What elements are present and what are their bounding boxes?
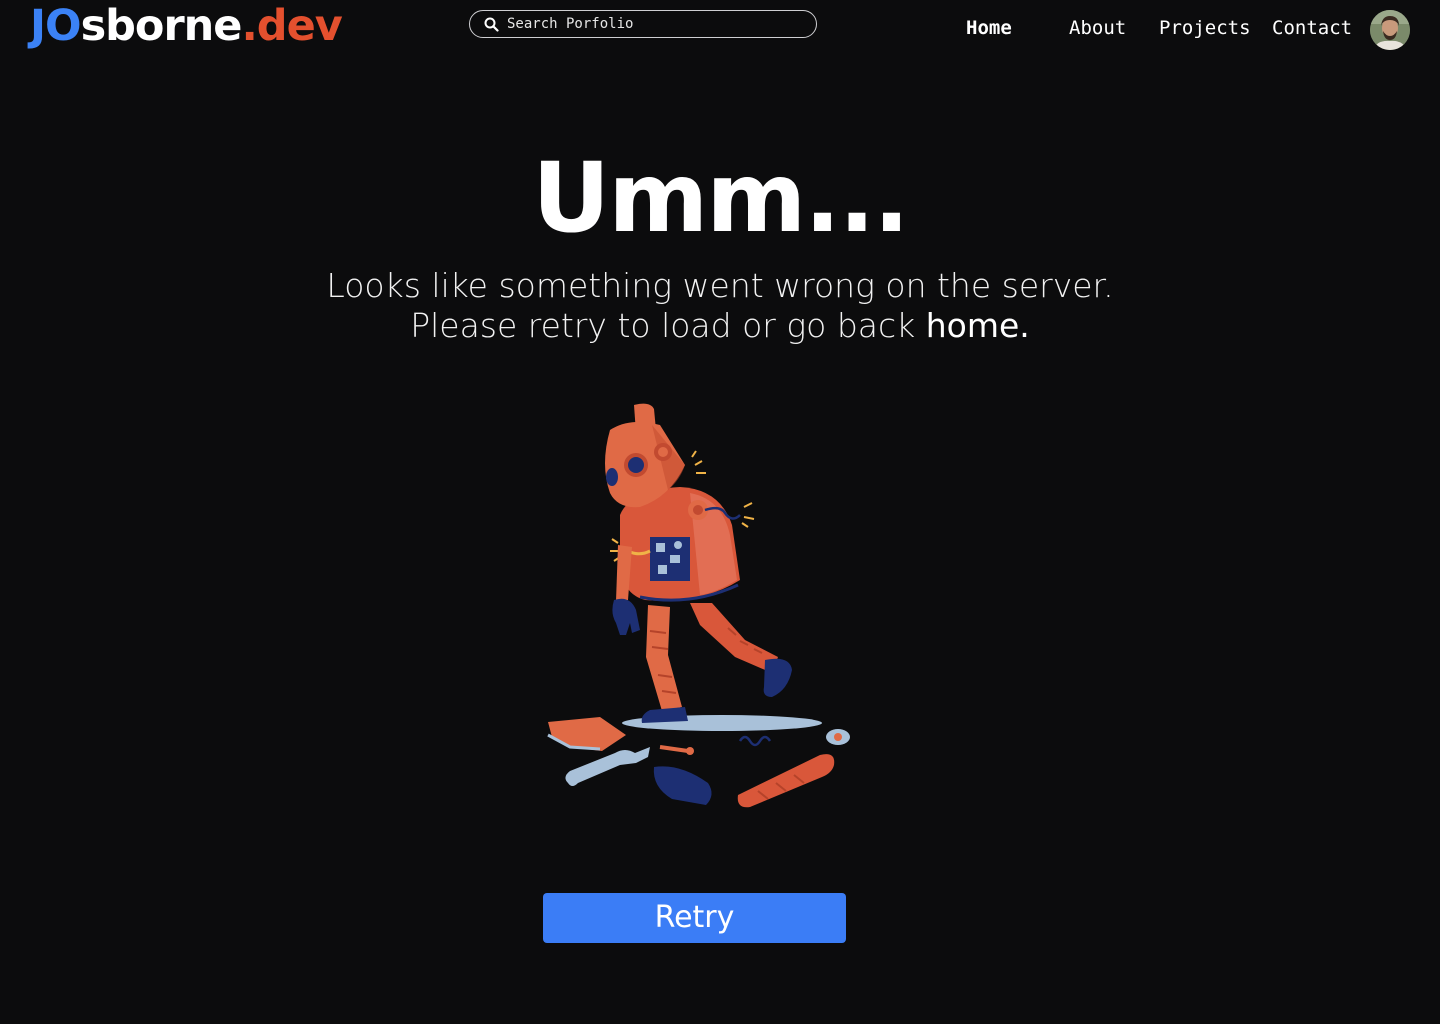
error-page: JOsborne.dev Home About Projects Contact… [0, 0, 1440, 1024]
error-message: Looks like something went wrong on the s… [320, 266, 1120, 346]
nav-contact[interactable]: Contact [1272, 15, 1352, 41]
avatar-photo-icon [1370, 10, 1410, 50]
nav-about[interactable]: About [1069, 15, 1126, 41]
search-bar[interactable] [469, 10, 817, 38]
search-icon [484, 17, 499, 32]
broken-robot-illustration [547, 403, 850, 808]
search-input[interactable] [507, 16, 797, 32]
logo-domain: .dev [241, 1, 342, 51]
home-link[interactable]: home. [926, 306, 1030, 345]
nav-home[interactable]: Home [966, 15, 1012, 41]
error-title: Umm... [532, 142, 909, 254]
logo-initials: JO [30, 1, 82, 51]
logo-name: sborne [80, 1, 243, 51]
site-logo[interactable]: JOsborne.dev [30, 0, 343, 52]
user-avatar[interactable] [1370, 10, 1410, 50]
nav-projects[interactable]: Projects [1159, 15, 1251, 41]
retry-button[interactable]: Retry [543, 893, 846, 943]
